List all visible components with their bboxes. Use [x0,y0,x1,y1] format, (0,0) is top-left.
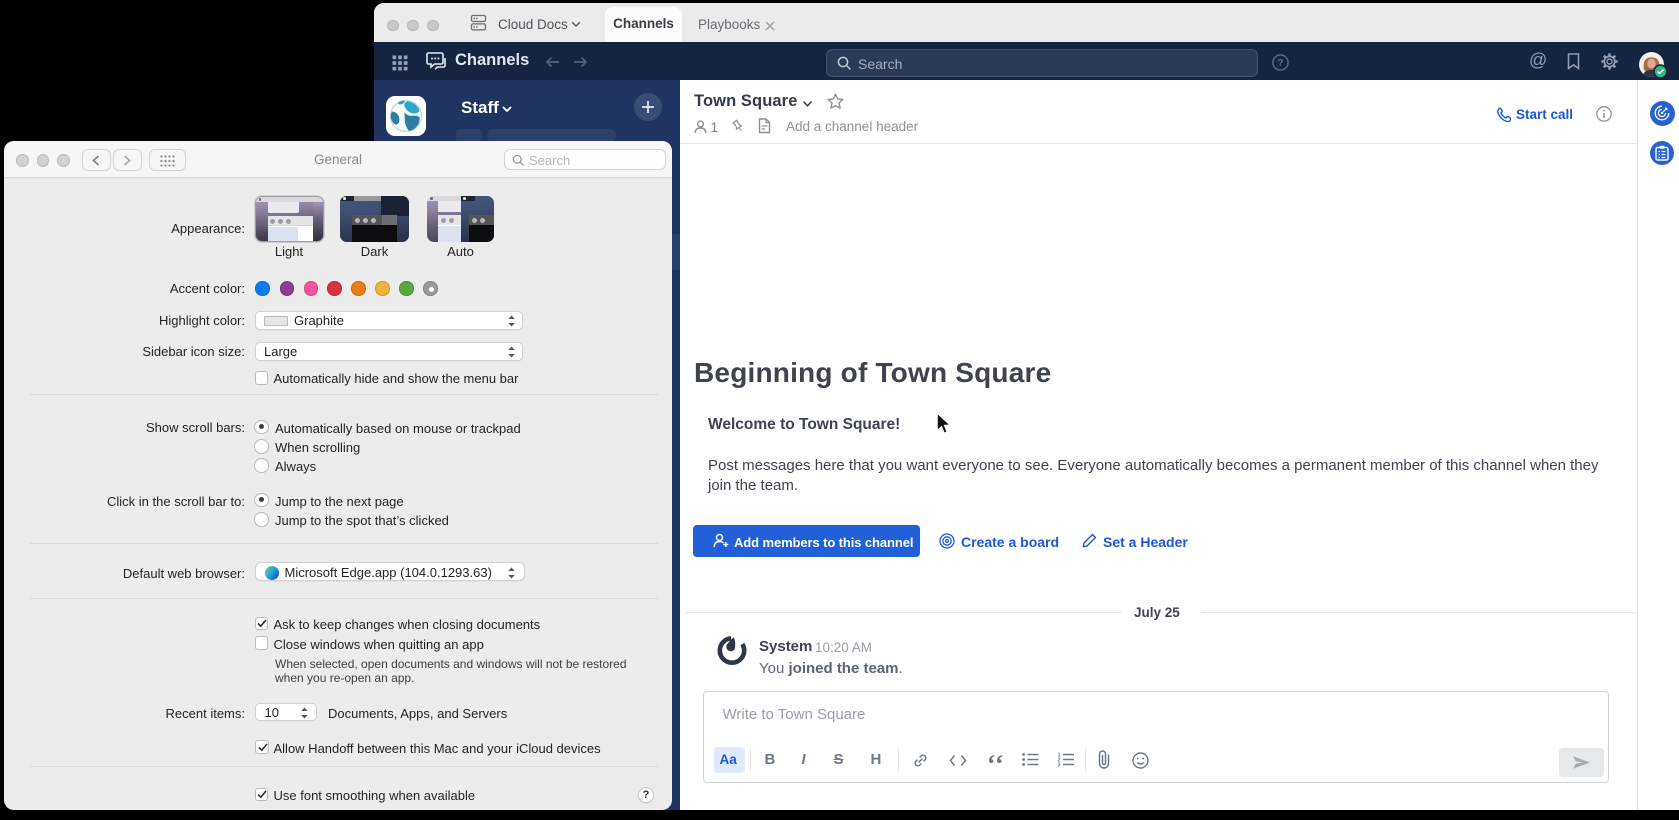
svg-text:?: ? [1277,57,1283,69]
svg-text:3: 3 [1057,763,1060,768]
